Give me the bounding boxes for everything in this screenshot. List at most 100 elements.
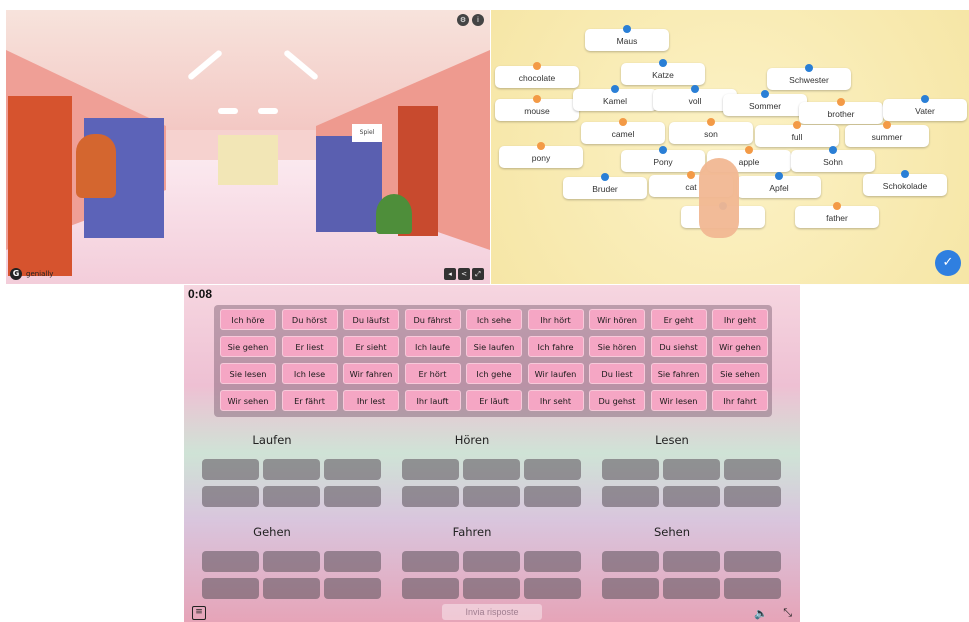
verb-chip[interactable]: Wir sehen bbox=[220, 390, 276, 411]
drop-slot[interactable] bbox=[524, 578, 581, 599]
word-card[interactable]: Maus bbox=[585, 25, 669, 51]
drop-slot[interactable] bbox=[202, 486, 259, 507]
verb-chip[interactable]: Du läufst bbox=[343, 309, 399, 330]
verb-chip[interactable]: Sie sehen bbox=[712, 363, 768, 384]
word-card[interactable]: father bbox=[795, 202, 879, 228]
word-card[interactable]: mouse bbox=[495, 95, 579, 121]
drop-slot[interactable] bbox=[202, 551, 259, 572]
drop-slot[interactable] bbox=[463, 578, 520, 599]
verb-chip[interactable]: Sie laufen bbox=[466, 336, 522, 357]
verb-chip[interactable]: Er hört bbox=[404, 363, 461, 384]
drop-slot[interactable] bbox=[463, 459, 520, 480]
verb-chip[interactable]: Wir fahren bbox=[343, 363, 399, 384]
drop-slot[interactable] bbox=[602, 578, 659, 599]
drop-slot[interactable] bbox=[402, 551, 459, 572]
word-card[interactable]: full bbox=[755, 121, 839, 147]
verb-chip[interactable]: Du liest bbox=[589, 363, 645, 384]
word-card[interactable]: Kamel bbox=[573, 85, 657, 111]
word-card[interactable]: brother bbox=[799, 98, 883, 124]
word-card[interactable]: Sohn bbox=[791, 146, 875, 172]
verb-chip[interactable]: Ihr fahrt bbox=[712, 390, 768, 411]
drop-slot[interactable] bbox=[724, 578, 781, 599]
teacher-avatar[interactable] bbox=[76, 134, 116, 198]
drop-slot[interactable] bbox=[524, 459, 581, 480]
verb-chip[interactable]: Sie fahren bbox=[650, 363, 707, 384]
fullscreen-exit-icon[interactable]: ⤡ bbox=[783, 606, 792, 620]
volume-icon[interactable]: ◂ bbox=[444, 268, 456, 280]
verb-chip[interactable]: Wir laufen bbox=[527, 363, 584, 384]
verb-chip[interactable]: Sie lesen bbox=[220, 363, 276, 384]
drop-slot[interactable] bbox=[263, 578, 320, 599]
verb-chip[interactable]: Ich höre bbox=[220, 309, 276, 330]
drop-slot[interactable] bbox=[602, 459, 659, 480]
word-card[interactable]: Sommer bbox=[723, 90, 807, 116]
drop-slot[interactable] bbox=[463, 551, 520, 572]
check-answer-button[interactable]: ✓ bbox=[935, 250, 961, 276]
fullscreen-icon[interactable]: ⤢ bbox=[472, 268, 484, 280]
menu-icon[interactable]: ≡ bbox=[192, 606, 206, 620]
word-card[interactable]: camel bbox=[581, 118, 665, 144]
settings-icon[interactable]: ⚙ bbox=[457, 14, 469, 26]
word-card[interactable]: son bbox=[669, 118, 753, 144]
verb-chip[interactable]: Er geht bbox=[650, 309, 707, 330]
verb-chip[interactable]: Ich gehe bbox=[466, 363, 522, 384]
drop-slot[interactable] bbox=[324, 486, 381, 507]
verb-chip[interactable]: Ich laufe bbox=[404, 336, 461, 357]
verb-chip[interactable]: Wir lesen bbox=[650, 390, 707, 411]
drop-slot[interactable] bbox=[263, 551, 320, 572]
word-card[interactable]: Apfel bbox=[737, 172, 821, 198]
verb-chip[interactable]: Du hörst bbox=[281, 309, 338, 330]
word-card[interactable]: chocolate bbox=[495, 62, 579, 88]
word-card[interactable]: summer bbox=[845, 121, 929, 147]
drop-slot[interactable] bbox=[524, 551, 581, 572]
share-icon[interactable]: < bbox=[458, 268, 470, 280]
verb-chip[interactable]: Ich lese bbox=[281, 363, 338, 384]
drop-slot[interactable] bbox=[463, 486, 520, 507]
drop-slot[interactable] bbox=[324, 551, 381, 572]
word-card[interactable]: Schwester bbox=[767, 64, 851, 90]
verb-chip[interactable]: Wir gehen bbox=[712, 336, 768, 357]
drop-slot[interactable] bbox=[202, 459, 259, 480]
classroom-door-left[interactable] bbox=[8, 96, 72, 276]
verb-chip[interactable]: Ich fahre bbox=[527, 336, 584, 357]
word-card[interactable]: pony bbox=[499, 142, 583, 168]
verb-chip[interactable]: Ihr hört bbox=[527, 309, 584, 330]
verb-chip[interactable]: Er läuft bbox=[466, 390, 522, 411]
verb-chip[interactable]: Er fährt bbox=[281, 390, 338, 411]
send-answers-button[interactable]: Invia risposte bbox=[442, 604, 542, 620]
drop-slot[interactable] bbox=[663, 578, 720, 599]
verb-chip[interactable]: Er sieht bbox=[343, 336, 399, 357]
drop-slot[interactable] bbox=[324, 459, 381, 480]
verb-chip[interactable]: Ich sehe bbox=[466, 309, 522, 330]
drop-slot[interactable] bbox=[402, 578, 459, 599]
drop-slot[interactable] bbox=[602, 551, 659, 572]
verb-chip[interactable]: Ihr seht bbox=[527, 390, 584, 411]
verb-chip[interactable]: Wir hören bbox=[589, 309, 645, 330]
drop-slot[interactable] bbox=[402, 459, 459, 480]
word-card[interactable]: Schokolade bbox=[863, 170, 947, 196]
drop-slot[interactable] bbox=[724, 486, 781, 507]
drop-slot[interactable] bbox=[663, 459, 720, 480]
drop-slot[interactable] bbox=[663, 551, 720, 572]
drop-slot[interactable] bbox=[724, 459, 781, 480]
sound-icon[interactable]: 🔈 bbox=[754, 607, 768, 620]
verb-chip[interactable]: Du siehst bbox=[650, 336, 707, 357]
verb-chip[interactable]: Ihr lest bbox=[343, 390, 399, 411]
drop-slot[interactable] bbox=[202, 578, 259, 599]
drop-slot[interactable] bbox=[602, 486, 659, 507]
verb-chip[interactable]: Du fährst bbox=[404, 309, 461, 330]
drop-slot[interactable] bbox=[663, 486, 720, 507]
drop-slot[interactable] bbox=[263, 486, 320, 507]
word-card[interactable]: Bruder bbox=[563, 173, 647, 199]
word-card[interactable]: Katze bbox=[621, 59, 705, 85]
word-card[interactable]: Vater bbox=[883, 95, 967, 121]
verb-chip[interactable]: Er liest bbox=[281, 336, 338, 357]
drop-slot[interactable] bbox=[524, 486, 581, 507]
verb-chip[interactable]: Sie hören bbox=[589, 336, 645, 357]
verb-chip[interactable]: Ihr lauft bbox=[404, 390, 461, 411]
info-icon[interactable]: i bbox=[472, 14, 484, 26]
drop-slot[interactable] bbox=[324, 578, 381, 599]
spiel-sign[interactable]: Spiel bbox=[352, 124, 382, 142]
word-card[interactable]: Pony bbox=[621, 146, 705, 172]
verb-chip[interactable]: Sie gehen bbox=[220, 336, 276, 357]
